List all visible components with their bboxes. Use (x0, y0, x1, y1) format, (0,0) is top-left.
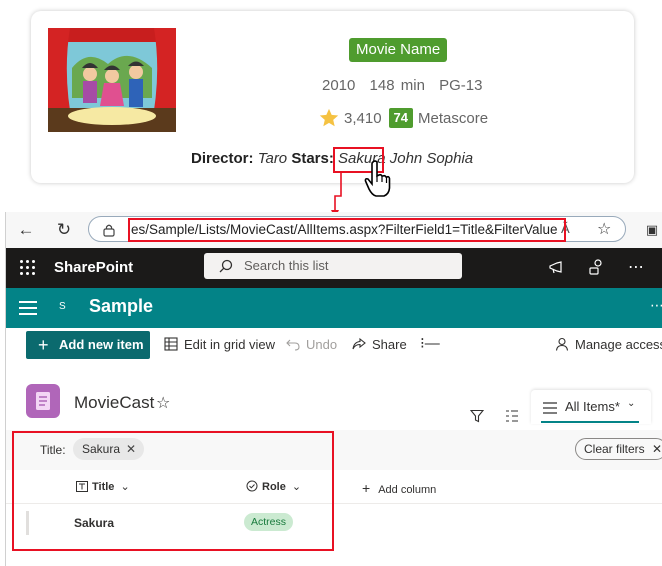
share-icon (352, 337, 366, 350)
favorite-star-icon[interactable]: ☆ (597, 219, 611, 239)
undo-icon (286, 339, 300, 351)
site-header: S Sample ⋯ (6, 288, 662, 328)
add-new-item-button[interactable]: + Add new item (26, 331, 150, 359)
undo-button[interactable]: Undo (286, 337, 337, 352)
site-logo[interactable]: S (59, 301, 66, 312)
movie-year: 2010 (322, 77, 356, 94)
view-chevron-down-icon: ⌄ (627, 398, 636, 409)
highlight-url-filter (128, 218, 566, 242)
share-button[interactable]: Share (352, 337, 407, 352)
view-underline (541, 421, 639, 423)
back-arrow-icon[interactable]: ← (16, 220, 36, 240)
director-name: Taro (257, 150, 288, 167)
command-bar: + Add new item Edit in grid view Undo Sh… (6, 328, 662, 368)
share-label: Share (372, 337, 407, 352)
add-column-button[interactable]: + Add column (362, 480, 436, 496)
refresh-icon[interactable]: ↻ (54, 220, 74, 240)
lock-icon (103, 224, 115, 237)
edit-grid-view-button[interactable]: Edit in grid view (164, 337, 275, 352)
highlight-filter-result (12, 431, 334, 551)
list-view-icon (543, 402, 557, 414)
stars-label: Stars: (291, 150, 334, 167)
edit-grid-view-label: Edit in grid view (184, 337, 276, 352)
clear-filters-button[interactable]: Clear filters ✕ (575, 438, 662, 460)
sharepoint-brand[interactable]: SharePoint (54, 259, 133, 276)
list-header: MovieCast ☆ All Items* ⌄ (6, 368, 662, 430)
add-column-label: Add column (378, 484, 437, 496)
clear-filters-close-icon: ✕ (652, 442, 662, 456)
star-icon (319, 108, 339, 127)
movie-rating-code: PG-13 (439, 77, 483, 94)
movie-rating-row: 3,410 74 Metascore (318, 105, 488, 131)
movie-meta: 2010 148 min PG-13 (322, 77, 490, 94)
person-icon (555, 337, 569, 351)
search-placeholder: Search this list (244, 258, 329, 273)
movie-poster (48, 28, 176, 132)
clear-filters-label: Clear filters (584, 442, 645, 456)
current-view-label: All Items* (565, 399, 620, 414)
movie-runtime: 148 min (369, 77, 425, 94)
app-launcher-icon[interactable] (20, 260, 36, 276)
suite-bar: SharePoint Search this list ⋯ (6, 248, 662, 288)
qr-code-icon[interactable]: ▣ (642, 220, 662, 240)
add-column-plus-icon: + (362, 480, 371, 496)
view-switcher[interactable]: All Items* ⌄ (531, 390, 651, 424)
group-by-icon[interactable] (505, 409, 519, 423)
favorite-list-icon[interactable]: ☆ (156, 393, 170, 413)
megaphone-icon[interactable] (548, 260, 564, 276)
more-options-icon[interactable]: ⋯ (628, 257, 644, 277)
grid-icon (164, 337, 178, 351)
plus-icon: + (38, 335, 49, 355)
settings-share-icon[interactable] (588, 259, 604, 277)
site-name[interactable]: Sample (89, 296, 153, 317)
hamburger-menu-icon[interactable] (19, 301, 37, 315)
list-icon (26, 384, 60, 418)
list-title: MovieCast (74, 393, 155, 412)
filter-funnel-icon[interactable] (470, 409, 484, 423)
undo-label: Undo (306, 337, 338, 352)
search-input[interactable]: Search this list (204, 253, 462, 279)
add-new-item-label: Add new item (59, 337, 144, 352)
manage-access-label: Manage access (575, 337, 662, 352)
site-more-icon[interactable]: ⋯ (650, 297, 662, 314)
vote-count: 3,410 (344, 109, 382, 127)
metascore-label: Metascore (418, 109, 489, 127)
hand-cursor-icon (364, 160, 391, 197)
movie-name-badge: Movie Name (349, 38, 448, 62)
stars-rest: John Sophia (389, 150, 474, 167)
metascore-badge: 74 (388, 108, 414, 128)
search-icon (219, 259, 233, 273)
manage-access-button[interactable]: Manage access (555, 337, 662, 352)
integrate-button[interactable]: ⁝— (420, 334, 440, 352)
director-label: Director: (191, 150, 254, 167)
